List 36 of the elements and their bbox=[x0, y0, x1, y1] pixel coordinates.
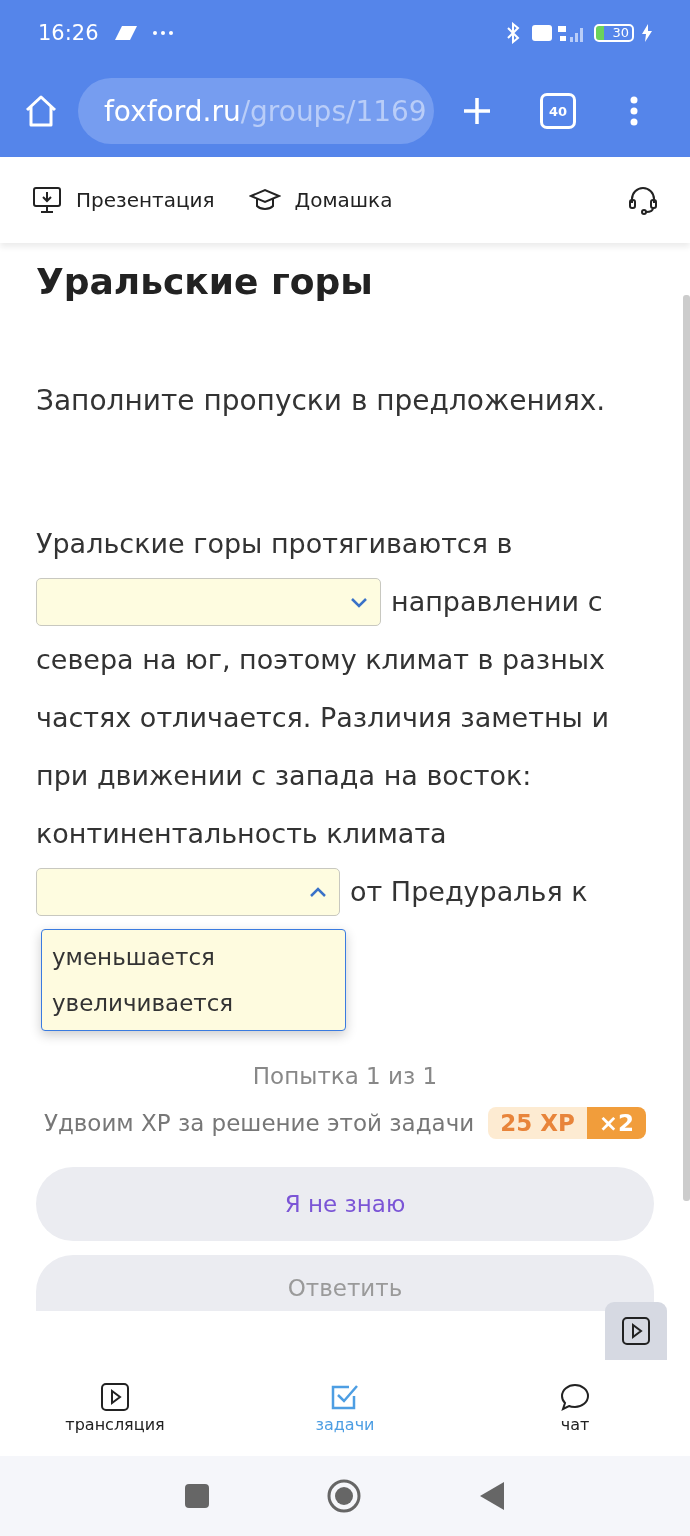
url-text: foxford.ru/groups/1169 bbox=[104, 94, 427, 128]
nav-tab[interactable]: трансляция bbox=[0, 1360, 230, 1456]
monitor-download-icon bbox=[32, 185, 62, 215]
attempt-counter: Попытка 1 из 1 bbox=[252, 1063, 438, 1089]
headset-icon[interactable] bbox=[628, 185, 658, 215]
toolbar-link[interactable]: Домашка bbox=[248, 187, 393, 213]
dropdown-option[interactable]: увеличивается bbox=[42, 980, 345, 1026]
charging-icon bbox=[642, 23, 652, 42]
task-title: Уральские горы bbox=[36, 260, 374, 302]
chevron-icon bbox=[309, 886, 327, 898]
chat-bubble-icon bbox=[560, 1382, 590, 1411]
play-square-icon bbox=[101, 1382, 129, 1411]
plus-icon[interactable] bbox=[462, 96, 492, 126]
sentence-text: направлении с bbox=[391, 585, 603, 619]
parallelogram-icon bbox=[114, 25, 137, 40]
bonus-text: Удвоим XP за решение этой задачи bbox=[43, 1110, 475, 1136]
tab-count[interactable]: 40 bbox=[540, 93, 576, 129]
dont-know-button[interactable]: Я не знаю bbox=[36, 1167, 654, 1241]
instruction-text: Заполните пропуски в предложениях. bbox=[36, 384, 607, 417]
status-time: 16:26 bbox=[38, 20, 99, 45]
battery-indicator: 30 bbox=[594, 23, 634, 42]
nav-tab[interactable]: чат bbox=[460, 1360, 690, 1456]
play-square-icon bbox=[622, 1317, 650, 1345]
toolbar-link[interactable]: Презентация bbox=[32, 185, 215, 215]
dropdown-option[interactable]: уменьшается bbox=[42, 934, 345, 980]
back-icon[interactable] bbox=[479, 1481, 505, 1511]
home-circle-icon[interactable] bbox=[327, 1479, 361, 1513]
menu-icon[interactable] bbox=[630, 96, 638, 126]
graduation-cap-icon bbox=[248, 187, 281, 213]
chevron-icon bbox=[350, 596, 368, 608]
more-icon bbox=[152, 30, 173, 35]
sentence-text: от Предуралья к bbox=[350, 875, 588, 909]
home-icon[interactable] bbox=[24, 94, 58, 128]
video-button[interactable] bbox=[605, 1302, 667, 1360]
recents-icon[interactable] bbox=[185, 1484, 209, 1508]
sentence-text: Уральские горы протягиваются в bbox=[36, 527, 513, 561]
